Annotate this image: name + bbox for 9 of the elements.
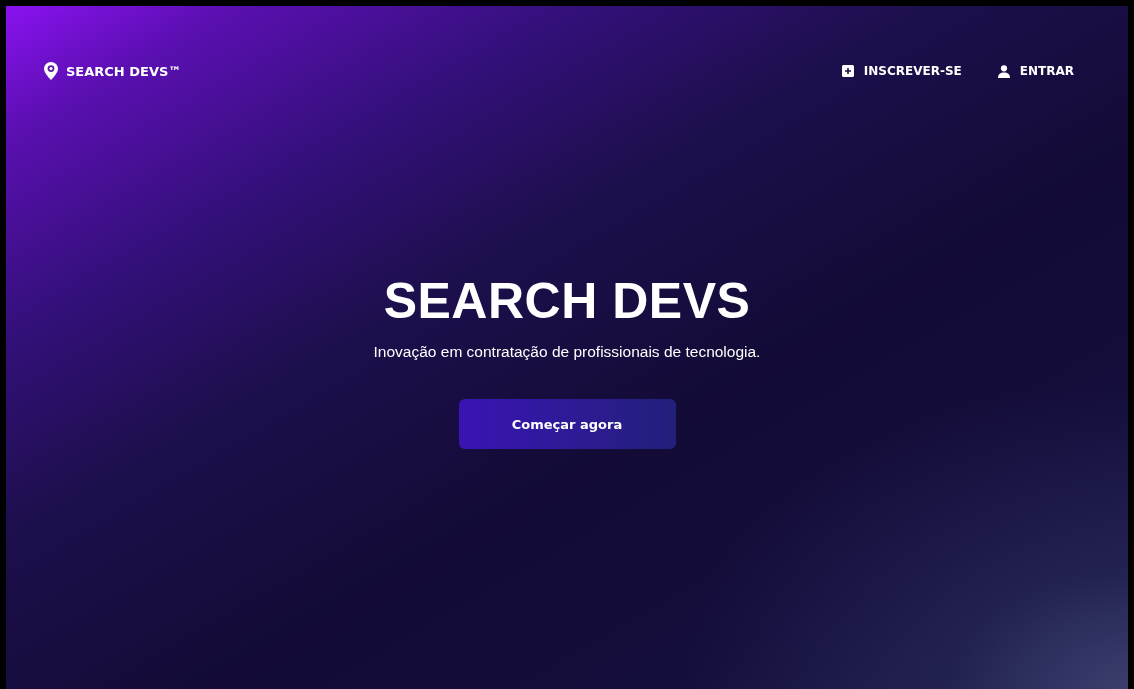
location-pin-icon: [44, 62, 58, 80]
start-button[interactable]: Começar agora: [458, 399, 676, 449]
hero-title: SEARCH DEVS: [383, 274, 751, 329]
plus-square-icon: [841, 65, 854, 77]
logo-text: SEARCH DEVS™: [66, 63, 182, 79]
hero-subtitle: Inovação em contratação de profissionais de tecnologia.: [373, 343, 761, 361]
nav-link[interactable]: INSCREVER-SE: [841, 64, 962, 78]
nav-link[interactable]: ENTRAR: [997, 64, 1074, 78]
user-icon: [997, 64, 1010, 78]
